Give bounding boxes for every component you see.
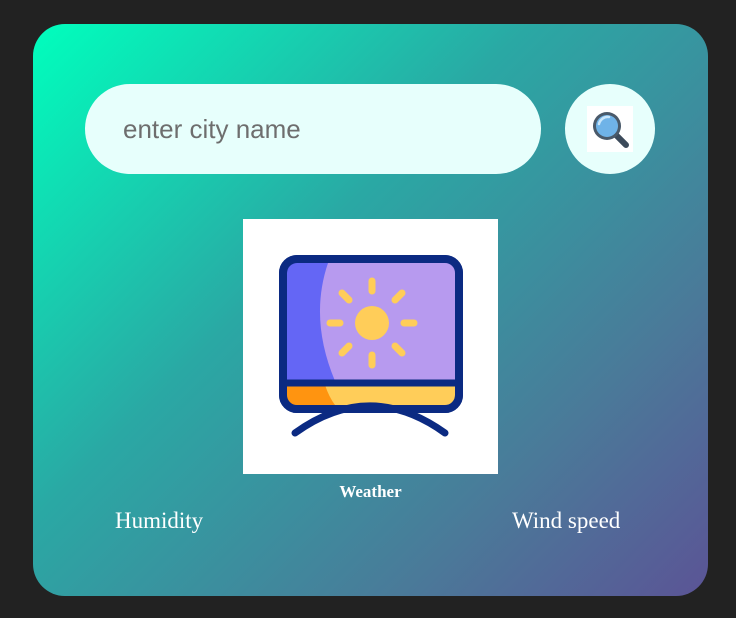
humidity-label: Humidity	[115, 508, 204, 533]
tv-sun-icon	[279, 255, 463, 437]
weather-image	[243, 219, 498, 474]
magnifying-glass-icon	[587, 106, 633, 152]
wind-speed-label: Wind speed	[512, 508, 621, 533]
city-search-input[interactable]	[85, 84, 541, 174]
weather-label: Weather	[339, 482, 402, 501]
search-button[interactable]	[565, 84, 655, 174]
weather-card: Weather Humidity Wind speed	[33, 24, 708, 596]
